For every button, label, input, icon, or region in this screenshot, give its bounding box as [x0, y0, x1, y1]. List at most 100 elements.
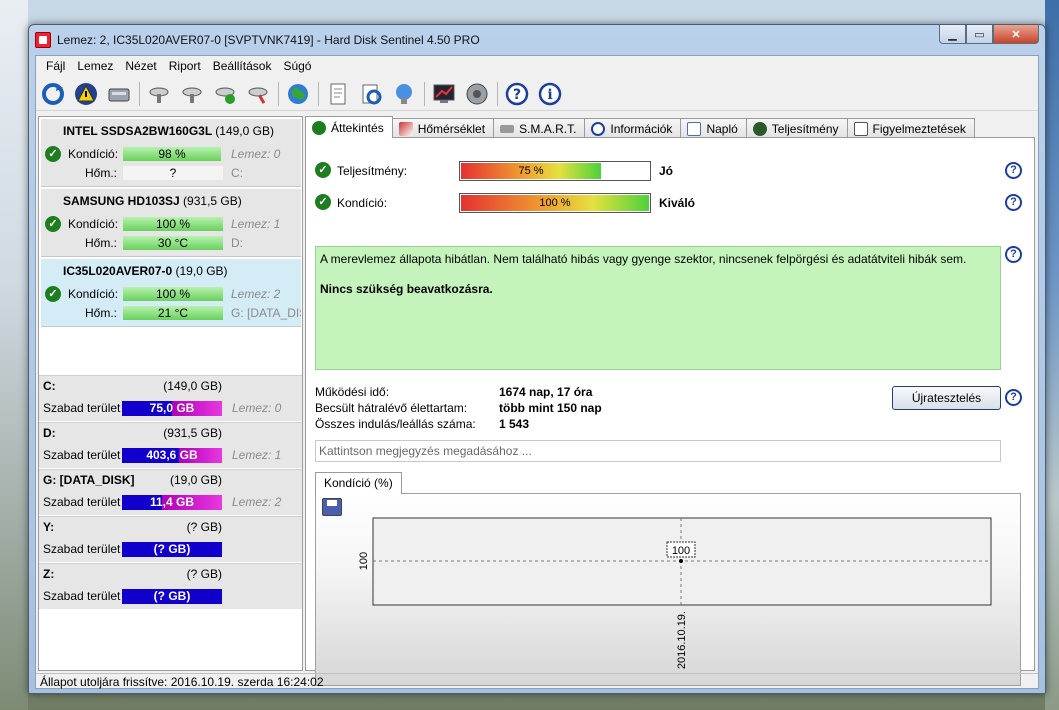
title-bar[interactable]: Lemez: 2, IC35L020AVER07-0 [SVPTVNK7419]… — [29, 25, 1045, 55]
tab-temperature[interactable]: Hőmérséklet — [391, 118, 495, 138]
menu-file[interactable]: Fájl — [40, 59, 71, 73]
refresh-icon[interactable] — [40, 81, 66, 107]
globe-icon[interactable] — [285, 81, 311, 107]
help-icon[interactable]: ? — [1005, 162, 1022, 179]
tab-performance[interactable]: Teljesítmény — [745, 118, 848, 138]
client-area: Fájl Lemez Nézet Riport Beállítások Súgó — [35, 55, 1039, 689]
desktop-background-right — [1045, 0, 1059, 710]
volume-name: Y: — [43, 520, 55, 534]
disk-number: Lemez: 2 — [232, 495, 282, 509]
free-space-bar: 11,4 GB — [122, 495, 222, 510]
disk-volume: D: — [231, 236, 243, 250]
help-icon[interactable]: ? — [1005, 246, 1022, 263]
temp-label: Hőm.: — [85, 236, 118, 250]
data-point — [679, 559, 683, 563]
volume-item[interactable]: D: (931,5 GB) Szabad terület 403,6 GB Le… — [39, 422, 302, 469]
volume-list: C: (149,0 GB) Szabad terület 75,0 GB Lem… — [39, 375, 302, 610]
disk-number: Lemez: 0 — [231, 147, 281, 161]
menu-disk[interactable]: Lemez — [71, 59, 119, 73]
short-test-icon[interactable] — [212, 81, 238, 107]
volume-name: D: — [43, 426, 56, 440]
free-space-label: Szabad terület — [43, 589, 121, 603]
menu-view[interactable]: Nézet — [119, 59, 162, 73]
close-button[interactable]: ✕ — [993, 25, 1039, 44]
volume-size: (? GB) — [186, 520, 222, 534]
network-icon[interactable] — [391, 81, 417, 107]
chart-svg: 100 2016.10.19. 100 — [358, 517, 992, 669]
health-bar: 100 % — [459, 193, 651, 213]
sound-icon[interactable] — [464, 81, 490, 107]
note-input[interactable]: Kattintson megjegyzés megadásához ... — [315, 440, 1001, 462]
retest-button[interactable]: Újratesztelés — [892, 386, 1001, 410]
volume-name: G: [DATA_DISK] — [43, 473, 135, 487]
ok-check-icon: ✓ — [45, 146, 61, 162]
free-space-label: Szabad terület — [43, 495, 121, 509]
menu-settings[interactable]: Beállítások — [207, 59, 278, 73]
desktop-background — [0, 0, 28, 710]
help-icon[interactable]: ? — [504, 81, 530, 107]
temp-value: ? — [123, 166, 223, 180]
menu-help[interactable]: Súgó — [277, 59, 317, 73]
x-tick-label: 2016.10.19. — [676, 611, 688, 669]
status-message: A merevlemez állapota hibátlan. Nem talá… — [320, 252, 967, 266]
warning-icon[interactable] — [73, 81, 99, 107]
tab-information[interactable]: Információk — [584, 118, 682, 138]
app-window: Lemez: 2, IC35L020AVER07-0 [SVPTVNK7419]… — [28, 24, 1046, 694]
minimize-button[interactable]: ▁ — [939, 25, 966, 44]
temp-value: 30 °C — [123, 236, 223, 250]
disk-item-selected[interactable]: IC35L020AVER07-0 (19,0 GB) ✓ Kondíció: 100… — [41, 259, 301, 327]
temp-label: Hőm.: — [85, 306, 118, 320]
tab-log[interactable]: Napló — [680, 118, 747, 138]
volume-item[interactable]: C: (149,0 GB) Szabad terület 75,0 GB Lem… — [39, 375, 302, 422]
toolbar-separator — [139, 81, 140, 106]
volume-item[interactable]: Z: (? GB) Szabad terület (? GB) — [39, 563, 302, 610]
chart-panel: 100 2016.10.19. 100 — [315, 493, 1021, 686]
starts-label: Összes indulás/leállás száma: — [315, 417, 476, 431]
volume-name: Z: — [43, 567, 55, 581]
disk-number: Lemez: 1 — [232, 448, 282, 462]
tab-smart[interactable]: S.M.A.R.T. — [493, 118, 586, 138]
help-icon[interactable]: ? — [1005, 389, 1022, 406]
lifetime-label: Becsült hátralévő élettartam: — [315, 401, 468, 415]
disk-item[interactable]: INTEL SSDSA2BW160G3L (149,0 GB) ✓ Kondíci… — [41, 119, 301, 187]
report-icon[interactable] — [325, 81, 351, 107]
tab-overview[interactable]: Áttekintés — [305, 116, 393, 138]
surface-test-icon[interactable] — [179, 81, 205, 107]
uptime-label: Működési idő: — [315, 385, 390, 399]
overview-page: ✓ Teljesítmény: 75 % Jó ? ✓ Kondíció: 10… — [305, 137, 1035, 686]
repair-icon[interactable] — [245, 81, 271, 107]
volume-size: (931,5 GB) — [163, 426, 222, 440]
sync-icon[interactable] — [358, 81, 384, 107]
disk-icon[interactable] — [106, 81, 132, 107]
disk-name: INTEL SSDSA2BW160G3L — [63, 124, 212, 138]
health-label: Kondíció: — [68, 217, 119, 231]
disk-item[interactable]: SAMSUNG HD103SJ (931,5 GB) ✓ Kondíció: 100… — [41, 189, 301, 257]
menu-bar: Fájl Lemez Nézet Riport Beállítások Súgó — [36, 56, 1038, 76]
maximize-button[interactable]: ▭ — [966, 25, 993, 44]
chart-tab-health[interactable]: Kondíció (%) — [315, 472, 402, 494]
health-label: Kondíció: — [68, 147, 119, 161]
toolbar-separator — [424, 81, 425, 106]
performance-icon[interactable] — [431, 81, 457, 107]
uptime-value: 1674 nap, 17 óra — [499, 385, 593, 399]
y-tick-label: 100 — [358, 552, 370, 570]
disk-size: (19,0 GB) — [175, 264, 228, 278]
tab-alerts[interactable]: Figyelmeztetések — [846, 118, 975, 138]
details-panel: Áttekintés Hőmérséklet S.M.A.R.T. Inform… — [305, 116, 1037, 686]
toolbar: ? i — [36, 77, 1038, 111]
performance-rating: Jó — [659, 164, 674, 178]
temp-value: 21 °C — [123, 306, 223, 320]
menu-report[interactable]: Riport — [163, 59, 207, 73]
disk-number: Lemez: 0 — [232, 401, 282, 415]
info-icon[interactable]: i — [537, 81, 563, 107]
ok-check-icon: ✓ — [45, 216, 61, 232]
lifetime-value: több mint 150 nap — [499, 401, 602, 415]
help-icon[interactable]: ? — [1005, 194, 1022, 211]
volume-item[interactable]: Y: (? GB) Szabad terület (? GB) — [39, 516, 302, 563]
disk-test-icon[interactable] — [146, 81, 172, 107]
toolbar-separator — [278, 81, 279, 106]
ok-check-icon: ✓ — [315, 194, 331, 210]
health-bar: 98 % — [123, 147, 221, 161]
health-bar: 100 % — [123, 287, 223, 301]
volume-item[interactable]: G: [DATA_DISK] (19,0 GB) Szabad terület … — [39, 469, 302, 516]
